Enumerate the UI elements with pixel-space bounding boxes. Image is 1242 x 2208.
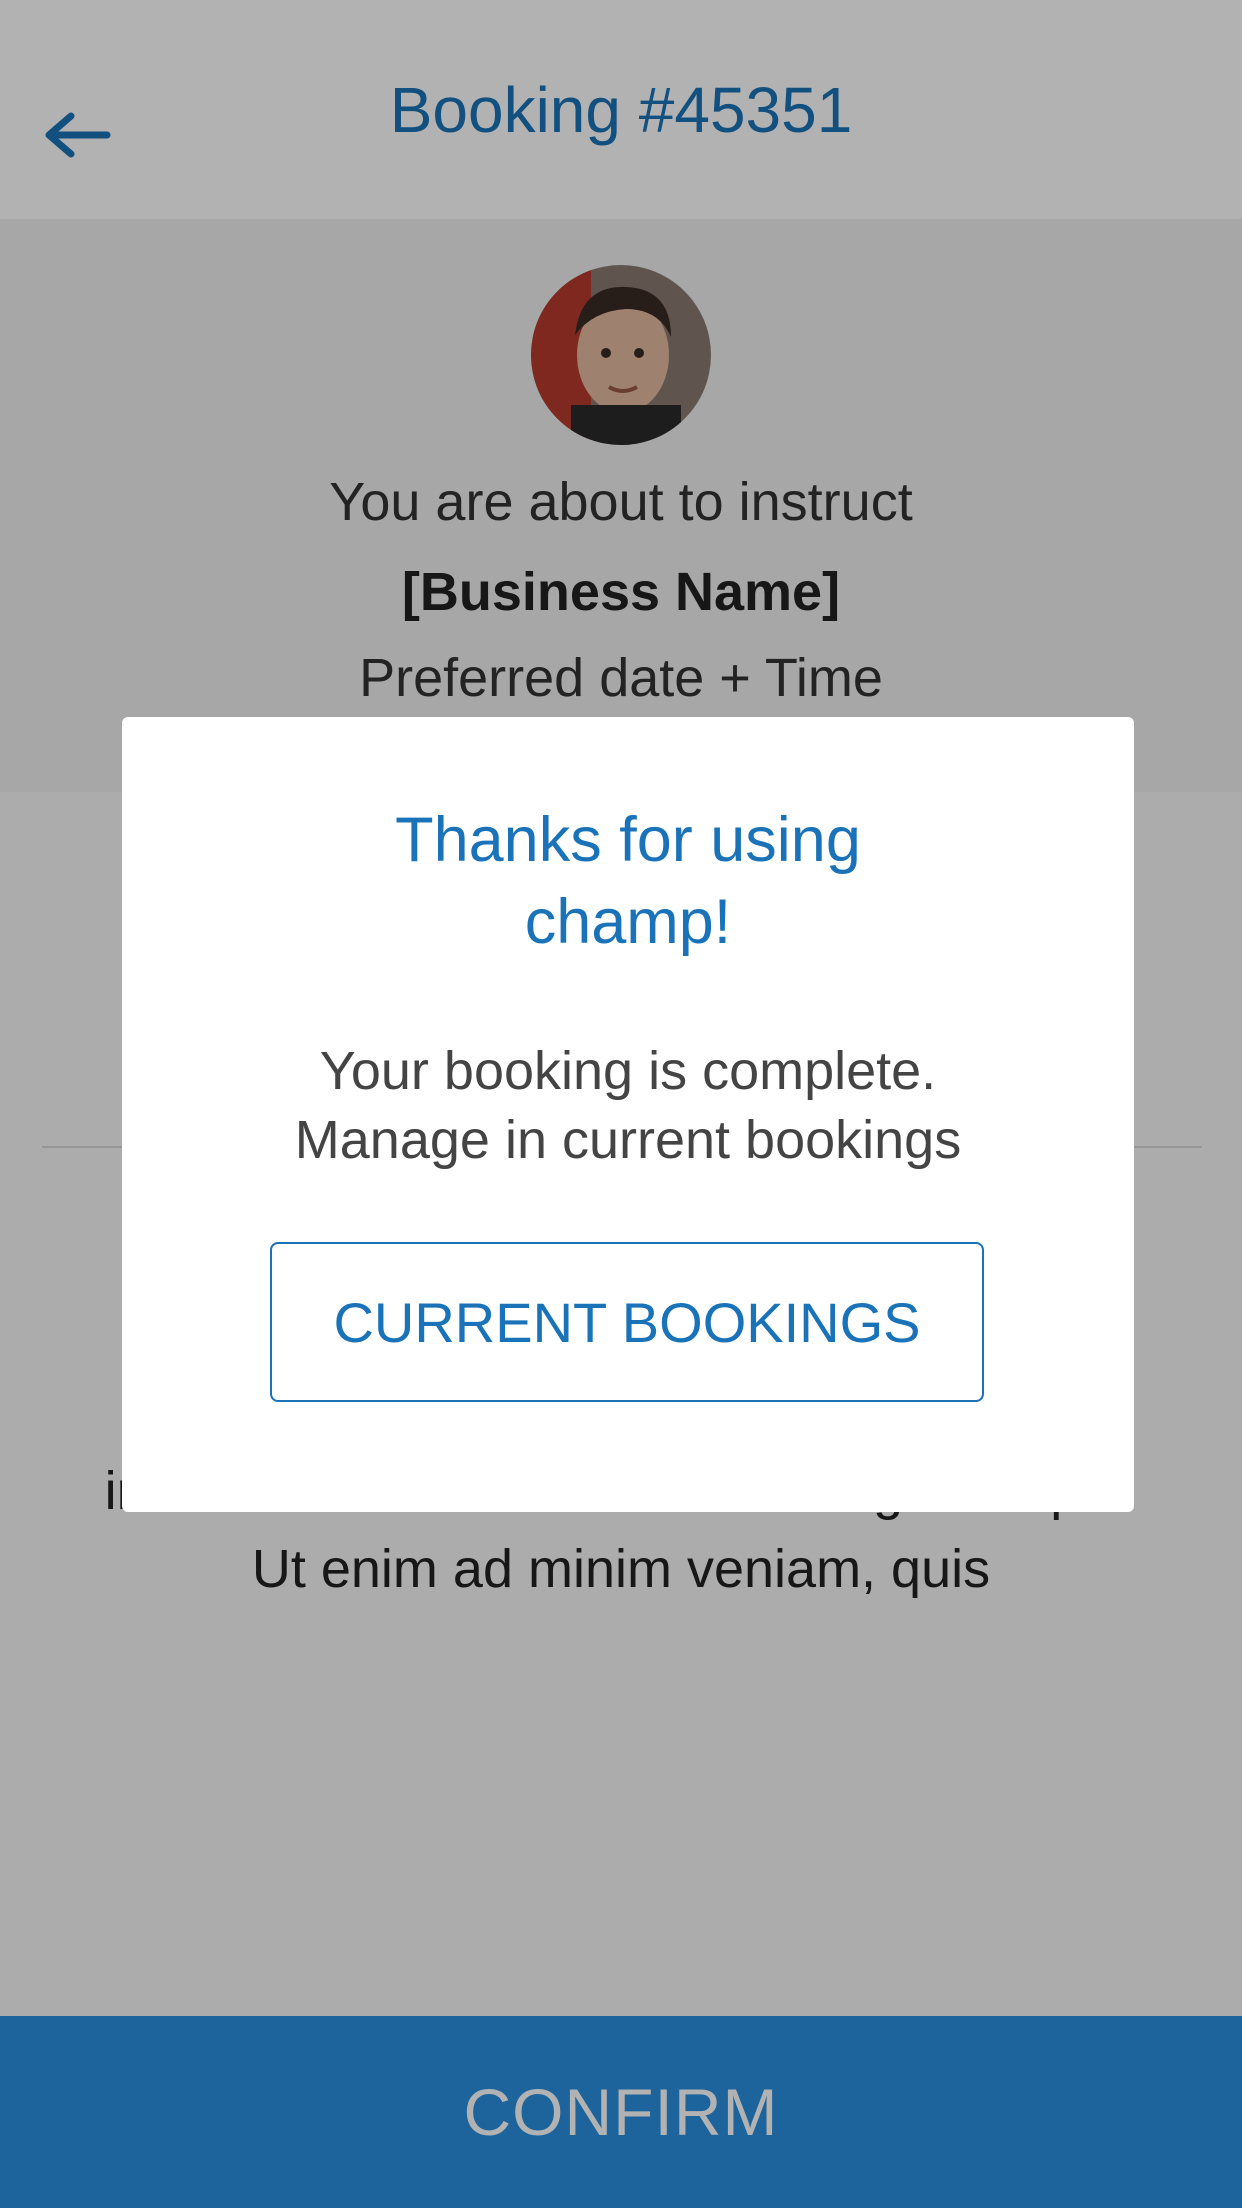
dialog-title: Thanks for using champ! [395, 805, 861, 957]
dialog-message: Your booking is complete. Manage in curr… [294, 1041, 962, 1170]
current-bookings-label: CURRENT BOOKINGS [333, 1290, 921, 1354]
current-bookings-button[interactable]: CURRENT BOOKINGS [270, 1242, 984, 1402]
confirmation-dialog: Thanks for using champ! Your booking is … [122, 717, 1134, 1512]
